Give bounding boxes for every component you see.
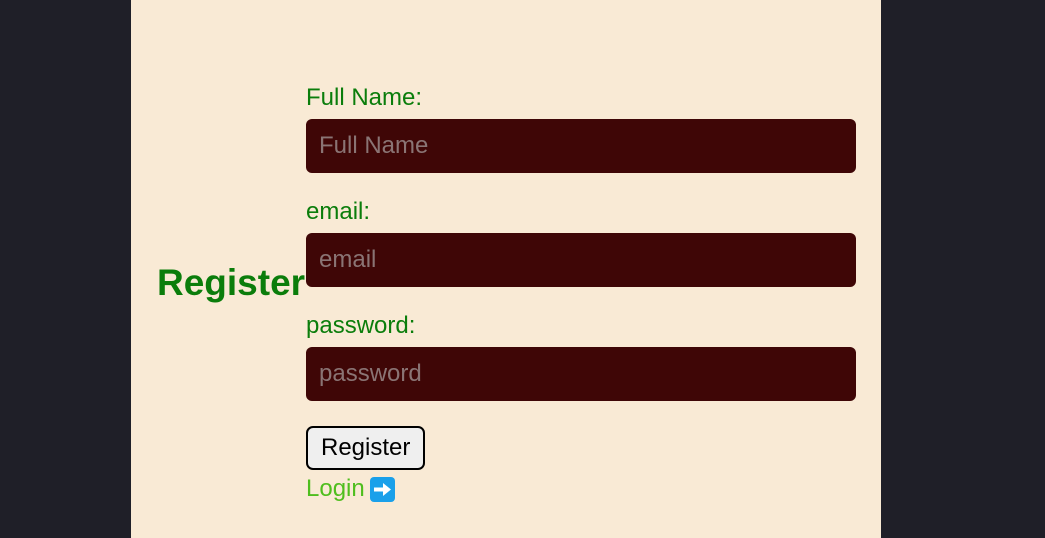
- password-input[interactable]: [306, 347, 856, 401]
- register-form: Full Name: email: password: Register Log…: [306, 84, 856, 504]
- right-arrow-icon: [369, 476, 395, 502]
- full-name-input[interactable]: [306, 119, 856, 173]
- email-input[interactable]: [306, 233, 856, 287]
- register-panel: Register Full Name: email: password: Reg…: [131, 0, 881, 538]
- register-button[interactable]: Register: [306, 426, 426, 470]
- password-label: password:: [306, 312, 416, 339]
- email-label: email:: [306, 198, 371, 225]
- page-title: Register: [157, 262, 306, 303]
- login-link-label: Login: [306, 475, 365, 502]
- full-name-label: Full Name:: [306, 84, 423, 111]
- login-link[interactable]: Login: [306, 474, 395, 504]
